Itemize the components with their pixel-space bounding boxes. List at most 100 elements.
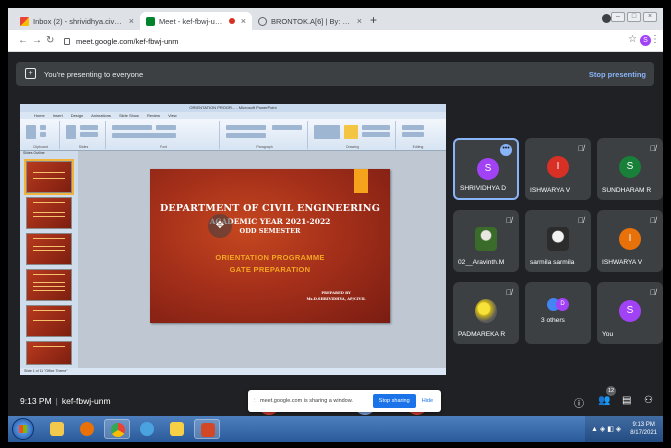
avatar: I bbox=[547, 156, 569, 178]
close-tab-icon[interactable]: × bbox=[129, 16, 134, 26]
slide-heading: DEPARTMENT OF CIVIL ENGINEERING bbox=[159, 203, 381, 214]
ribbon-tab: View bbox=[168, 113, 177, 118]
drag-handle-icon[interactable]: ⋮ bbox=[252, 398, 258, 404]
ribbon-tab: Review bbox=[146, 113, 161, 118]
stop-presenting-button[interactable]: Stop presenting bbox=[589, 70, 646, 79]
windows-taskbar: ▲ ◈ ◧ ◈ 9:13 PM 8/17/2021 bbox=[8, 416, 663, 442]
meet-bottom-bar: 9:13 PM | kef-fbwj-unm ⋮ meet.google.com i… bbox=[8, 382, 663, 416]
start-button[interactable] bbox=[12, 418, 34, 440]
ribbon-group: Editing bbox=[398, 121, 438, 149]
tab-gmail[interactable]: Inbox (2) - shrividhya.civil@kingstoneng… bbox=[14, 12, 140, 30]
tab-brontok[interactable]: BRONTOK.A[6] | By: HVM31 -- Ju... × bbox=[252, 12, 368, 30]
tab-search-icon[interactable] bbox=[602, 14, 611, 23]
more-options-icon[interactable]: ••• bbox=[500, 144, 512, 156]
meeting-time: 9:13 PM bbox=[20, 396, 52, 406]
slide-thumbnail bbox=[26, 269, 72, 301]
presenting-banner: + You're presenting to everyone Stop pre… bbox=[16, 62, 654, 86]
avatar: I bbox=[619, 228, 641, 250]
gmail-icon bbox=[20, 16, 29, 26]
meet-icon bbox=[146, 16, 155, 26]
activities-icon[interactable]: ⚇ bbox=[644, 395, 653, 406]
browser-tab-bar: Inbox (2) - shrividhya.civil@kingstoneng… bbox=[8, 8, 663, 30]
slide-semester: ODD SEMESTER bbox=[239, 227, 301, 235]
tray-icons[interactable]: ▲ ◈ ◧ ◈ bbox=[591, 425, 621, 433]
close-tab-icon[interactable]: × bbox=[357, 16, 362, 26]
ribbon-group: Paragraph bbox=[222, 121, 308, 149]
powerpoint-menu: Home Insert Design Animations Slide Show… bbox=[20, 112, 446, 119]
separator: | bbox=[55, 396, 58, 406]
internet-explorer-icon[interactable] bbox=[134, 419, 160, 439]
mic-off-icon: 🎙̸ bbox=[578, 216, 584, 225]
mic-off-icon: 🎙̸ bbox=[506, 216, 512, 225]
close-window-button[interactable]: × bbox=[643, 12, 657, 22]
participant-name: 02__Aravinth.M bbox=[458, 259, 505, 266]
present-screen-icon: + bbox=[25, 68, 36, 79]
profile-photo bbox=[547, 227, 569, 251]
taskbar-clock[interactable]: 9:13 PM 8/17/2021 bbox=[630, 421, 657, 437]
new-tab-button[interactable]: + bbox=[370, 13, 377, 27]
self-tile[interactable]: 🎙̸ S You bbox=[597, 282, 663, 344]
sharing-message: meet.google.com is sharing a window. bbox=[260, 398, 353, 404]
browser-toolbar: ← → ↻ meet.google.com/kef-fbwj-unm ☆ S ⋮ bbox=[8, 30, 663, 52]
browser-menu-icon[interactable]: ⋮ bbox=[650, 34, 660, 45]
people-icon[interactable]: 👥 bbox=[598, 395, 610, 406]
participant-tile[interactable]: 🎙̸ I ISHWARYA V bbox=[525, 138, 591, 200]
participant-name: You bbox=[602, 331, 614, 338]
minimize-button[interactable]: – bbox=[611, 12, 625, 22]
ribbon-tab: Home bbox=[34, 113, 45, 118]
lock-icon bbox=[64, 37, 70, 45]
url-text: meet.google.com/kef-fbwj-unm bbox=[76, 36, 179, 46]
participant-name: PADMAREKA R bbox=[458, 331, 506, 338]
close-tab-icon[interactable]: × bbox=[241, 16, 246, 26]
slide-accent-bar bbox=[354, 169, 368, 193]
participant-tile[interactable]: ••• S SHRIVIDHYA D bbox=[453, 138, 519, 200]
media-player-icon[interactable] bbox=[74, 419, 100, 439]
hide-button[interactable]: Hide bbox=[422, 398, 433, 404]
avatar: S bbox=[619, 156, 641, 178]
participant-tile[interactable]: 🎙̸ S SUNDHARAM R bbox=[597, 138, 663, 200]
participant-tile[interactable]: 🎙̸ I ISHWARYA V bbox=[597, 210, 663, 272]
maximize-button[interactable]: □ bbox=[627, 12, 641, 22]
participant-tile[interactable]: 🎙̸ 02__Aravinth.M bbox=[453, 210, 519, 272]
ribbon-group: Drawing bbox=[310, 121, 396, 149]
tab-meet[interactable]: Meet - kef-fbwj-unm × bbox=[140, 12, 252, 30]
shared-screen: ORIENTATION PROGR... - Microsoft PowerPo… bbox=[20, 104, 446, 375]
pin-overlay-icon[interactable]: ✥ bbox=[208, 214, 232, 238]
forward-icon[interactable]: → bbox=[32, 35, 42, 46]
ribbon-tab: Slide Show bbox=[118, 113, 139, 118]
file-explorer-icon[interactable] bbox=[44, 419, 70, 439]
presenting-text: You're presenting to everyone bbox=[44, 70, 144, 79]
participant-name: ISHWARYA V bbox=[530, 187, 571, 194]
notes-icon[interactable] bbox=[164, 419, 190, 439]
reload-icon[interactable]: ↻ bbox=[46, 35, 54, 46]
powerpoint-icon[interactable] bbox=[194, 419, 220, 439]
slide-subtitle-1: ORIENTATION PROGRAMME bbox=[215, 253, 325, 262]
back-icon[interactable]: ← bbox=[18, 35, 28, 46]
participant-tile[interactable]: 🎙̸ sarmila sarmila bbox=[525, 210, 591, 272]
slide-thumbnail bbox=[26, 197, 72, 229]
others-tile[interactable]: D 3 others bbox=[525, 282, 591, 344]
participant-tile[interactable]: 🎙̸ PADMAREKA R bbox=[453, 282, 519, 344]
current-slide: DEPARTMENT OF CIVIL ENGINEERING ACADEMIC… bbox=[150, 169, 390, 323]
slide-academic-year: ACADEMIC YEAR 2021-2022 bbox=[209, 217, 331, 226]
ribbon-group: Clipboard bbox=[22, 121, 60, 149]
participant-name: ISHWARYA V bbox=[602, 259, 643, 266]
system-tray: ▲ ◈ ◧ ◈ 9:13 PM 8/17/2021 bbox=[585, 416, 663, 442]
chrome-icon[interactable] bbox=[104, 419, 130, 439]
slide-thumbnail bbox=[26, 233, 72, 265]
recording-indicator-icon bbox=[228, 18, 235, 24]
chat-icon[interactable]: ▤ bbox=[622, 395, 631, 406]
stop-sharing-button[interactable]: Stop sharing bbox=[372, 394, 416, 408]
bookmark-star-icon[interactable]: ☆ bbox=[628, 34, 637, 45]
slide-editor-canvas: DEPARTMENT OF CIVIL ENGINEERING ACADEMIC… bbox=[78, 151, 446, 368]
mic-off-icon: 🎙̸ bbox=[506, 288, 512, 297]
slide-thumbnail bbox=[24, 159, 74, 195]
powerpoint-ribbon: Clipboard Slides Font Paragraph Drawing … bbox=[20, 119, 446, 151]
powerpoint-title-bar: ORIENTATION PROGR... - Microsoft PowerPo… bbox=[20, 104, 446, 112]
avatar: S bbox=[477, 158, 499, 180]
participant-name: SUNDHARAM R bbox=[602, 187, 652, 194]
info-icon[interactable]: ⓘ bbox=[574, 395, 584, 410]
meet-stage: + You're presenting to everyone Stop pre… bbox=[8, 52, 663, 416]
address-bar[interactable]: meet.google.com/kef-fbwj-unm bbox=[64, 34, 609, 48]
meeting-code: kef-fbwj-unm bbox=[61, 396, 111, 406]
